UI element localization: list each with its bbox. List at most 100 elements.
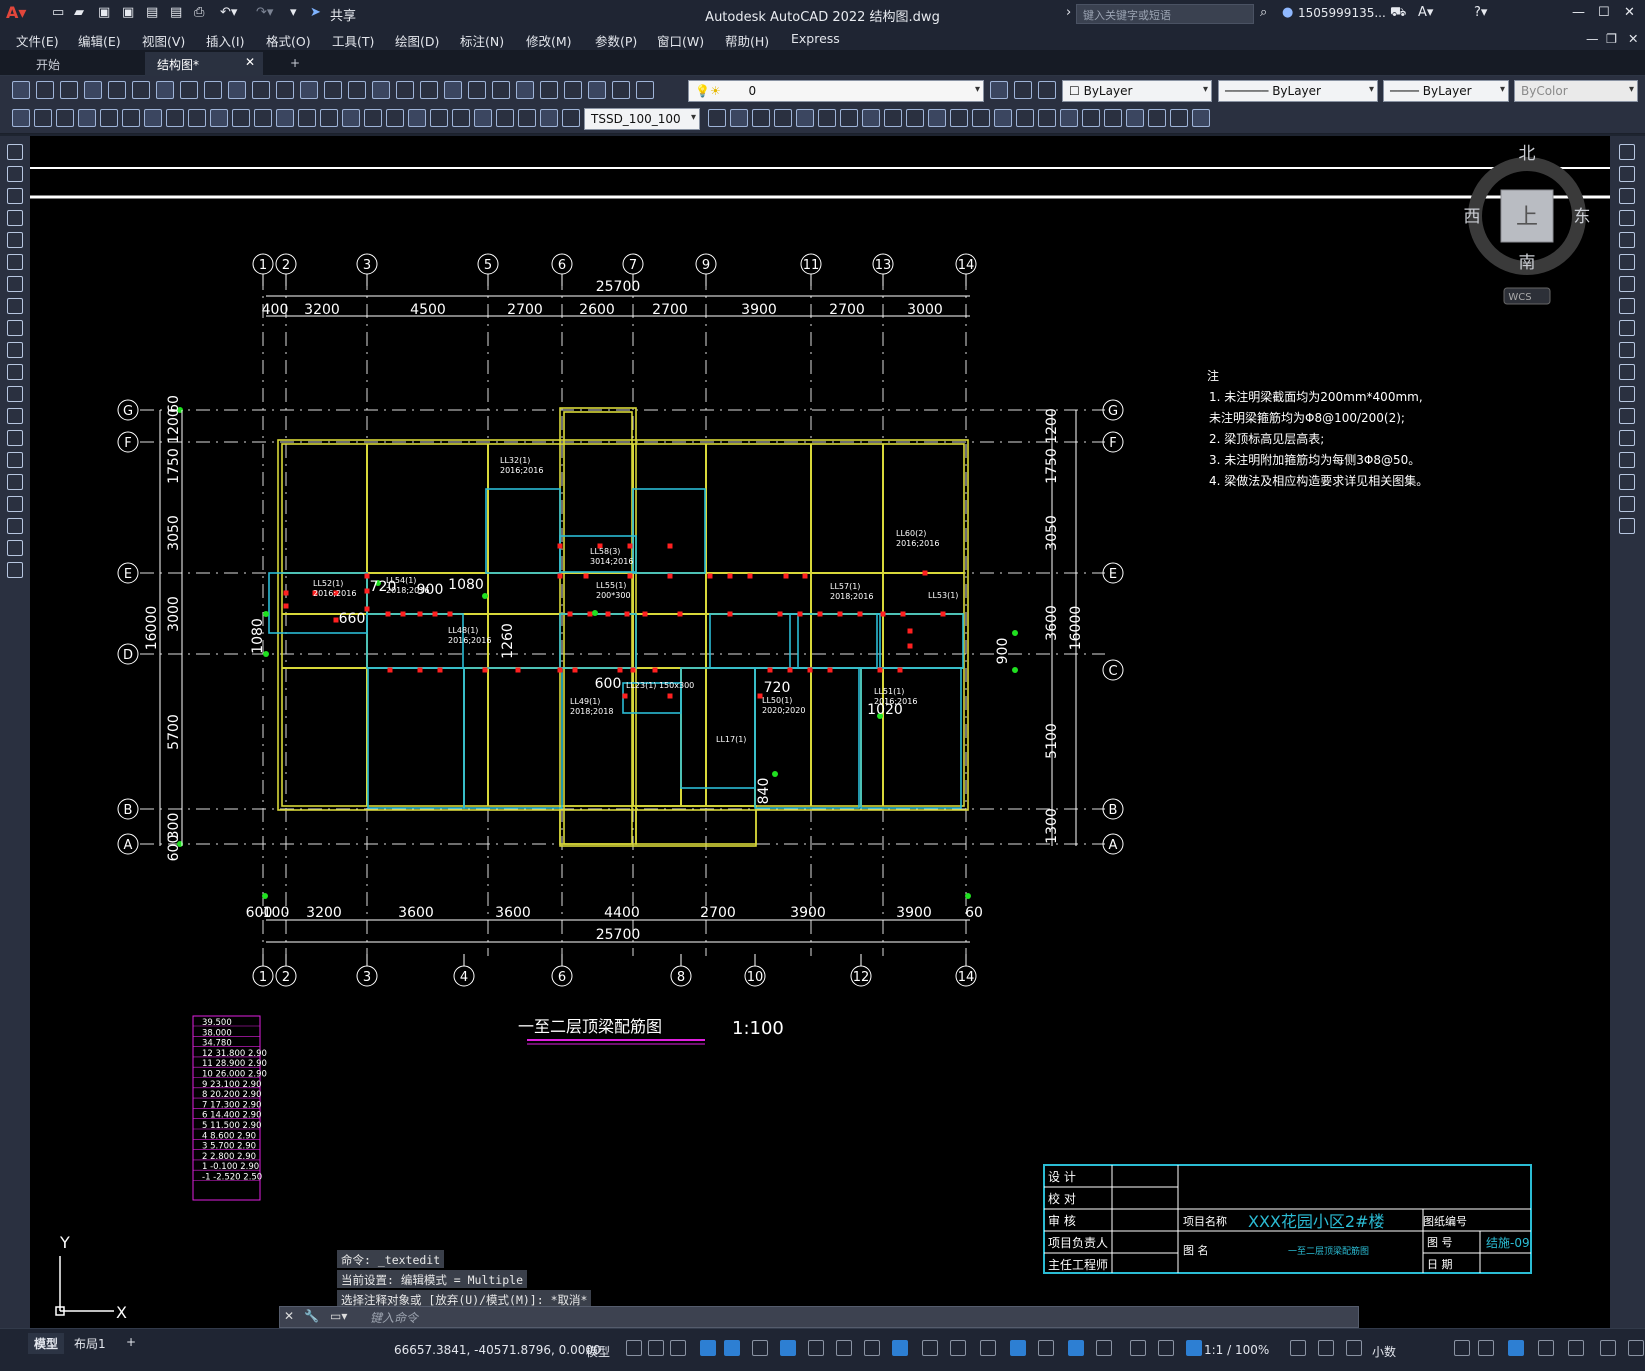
dimension-tool-icon[interactable] xyxy=(452,109,470,127)
status-toggle-icon[interactable] xyxy=(648,1340,664,1356)
status-toggle-icon[interactable] xyxy=(1038,1340,1054,1356)
dimension-tool-icon[interactable] xyxy=(972,109,990,127)
menu-dimension[interactable]: 标注(N) xyxy=(460,31,504,50)
toolbar-tool-icon[interactable] xyxy=(444,81,462,99)
dimension-tool-icon[interactable] xyxy=(906,109,924,127)
user-icon[interactable]: ● xyxy=(1282,5,1293,20)
status-toggle-icon[interactable] xyxy=(1096,1340,1112,1356)
dimension-tool-icon[interactable] xyxy=(994,109,1012,127)
status-toggle-icon[interactable] xyxy=(670,1340,686,1356)
command-input[interactable]: 键入命令 xyxy=(370,1309,418,1326)
toolbar-tool-icon[interactable] xyxy=(1014,81,1032,99)
status-toggle-icon[interactable] xyxy=(1508,1340,1524,1356)
save-icon[interactable]: ▣ xyxy=(98,5,110,20)
new-tab-button[interactable]: + xyxy=(278,52,312,76)
help-icon[interactable]: ?▾ xyxy=(1474,5,1487,20)
command-customize-icon[interactable]: 🔧 xyxy=(304,1309,319,1323)
dimension-tool-icon[interactable] xyxy=(1038,109,1056,127)
command-recent-icon[interactable]: ▭▾ xyxy=(330,1309,347,1323)
color-dropdown[interactable]: ☐ ByLayer ▾ xyxy=(1062,80,1212,102)
dimension-tool-icon[interactable] xyxy=(730,109,748,127)
draw-tool-icon[interactable] xyxy=(7,254,23,270)
toolbar-tool-icon[interactable] xyxy=(990,81,1008,99)
dimension-tool-icon[interactable] xyxy=(408,109,426,127)
search-icon[interactable]: ⌕ xyxy=(1260,5,1267,20)
draw-tool-icon[interactable] xyxy=(7,452,23,468)
dimension-tool-icon[interactable] xyxy=(752,109,770,127)
toolbar-tool-icon[interactable] xyxy=(516,81,534,99)
modify-tool-icon[interactable] xyxy=(1619,496,1635,512)
plotstyle-dropdown[interactable]: ByColor ▾ xyxy=(1514,80,1638,102)
dimension-tool-icon[interactable] xyxy=(56,109,74,127)
status-toggle-icon[interactable] xyxy=(1478,1340,1494,1356)
menu-edit[interactable]: 编辑(E) xyxy=(78,31,121,50)
dimension-tool-icon[interactable] xyxy=(1148,109,1166,127)
units-dropdown[interactable]: 小数 xyxy=(1372,1343,1396,1360)
maximize-icon[interactable]: ☐ xyxy=(1598,5,1610,20)
draw-tool-icon[interactable] xyxy=(7,210,23,226)
menu-format[interactable]: 格式(O) xyxy=(266,31,311,50)
dimension-tool-icon[interactable] xyxy=(342,109,360,127)
toolbar-tool-icon[interactable] xyxy=(300,81,318,99)
modify-tool-icon[interactable] xyxy=(1619,144,1635,160)
status-toggle-icon[interactable] xyxy=(1290,1340,1306,1356)
dimension-tool-icon[interactable] xyxy=(12,109,30,127)
draw-tool-icon[interactable] xyxy=(7,364,23,380)
toolbar-tool-icon[interactable] xyxy=(564,81,582,99)
dimension-tool-icon[interactable] xyxy=(1060,109,1078,127)
status-toggle-icon[interactable] xyxy=(1568,1340,1584,1356)
customize-quick-access-icon[interactable]: ▾ xyxy=(290,5,297,20)
modify-tool-icon[interactable] xyxy=(1619,320,1635,336)
dimension-tool-icon[interactable] xyxy=(1192,109,1210,127)
user-name[interactable]: 1505999135... xyxy=(1298,6,1386,20)
dimension-tool-icon[interactable] xyxy=(540,109,558,127)
dimension-tool-icon[interactable] xyxy=(1016,109,1034,127)
modify-tool-icon[interactable] xyxy=(1619,254,1635,270)
search-expand-icon[interactable]: › xyxy=(1066,5,1071,20)
doc-minimize-icon[interactable]: — xyxy=(1586,31,1599,46)
menu-window[interactable]: 窗口(W) xyxy=(657,31,704,50)
new-file-icon[interactable]: ▭ xyxy=(52,5,64,20)
modify-tool-icon[interactable] xyxy=(1619,298,1635,314)
toolbar-tool-icon[interactable] xyxy=(636,81,654,99)
status-toggle-icon[interactable] xyxy=(1186,1340,1202,1356)
dimension-tool-icon[interactable] xyxy=(232,109,250,127)
autocad-logo-icon[interactable]: A▾ xyxy=(6,3,26,22)
dimension-tool-icon[interactable] xyxy=(122,109,140,127)
dimension-tool-icon[interactable] xyxy=(862,109,880,127)
coordinate-readout[interactable]: 66657.3841, -40571.8796, 0.0000 xyxy=(394,1343,601,1357)
dimension-tool-icon[interactable] xyxy=(950,109,968,127)
doc-close-icon[interactable]: ✕ xyxy=(1628,31,1638,46)
draw-tool-icon[interactable] xyxy=(7,474,23,490)
tab-start[interactable]: 开始 xyxy=(24,52,72,76)
toolbar-tool-icon[interactable] xyxy=(396,81,414,99)
linetype-dropdown[interactable]: ────── ByLayer ▾ xyxy=(1218,80,1378,102)
toolbar-tool-icon[interactable] xyxy=(492,81,510,99)
modify-tool-icon[interactable] xyxy=(1619,408,1635,424)
status-toggle-icon[interactable] xyxy=(1010,1340,1026,1356)
menu-insert[interactable]: 插入(I) xyxy=(206,31,244,50)
modify-tool-icon[interactable] xyxy=(1619,364,1635,380)
draw-tool-icon[interactable] xyxy=(7,540,23,556)
dimension-tool-icon[interactable] xyxy=(78,109,96,127)
status-toggle-icon[interactable] xyxy=(626,1340,642,1356)
draw-tool-icon[interactable] xyxy=(7,298,23,314)
dimension-tool-icon[interactable] xyxy=(276,109,294,127)
menu-parametric[interactable]: 参数(P) xyxy=(595,31,637,50)
toolbar-tool-icon[interactable] xyxy=(540,81,558,99)
dimension-tool-icon[interactable] xyxy=(474,109,492,127)
plot-icon[interactable]: ⎙ xyxy=(194,5,204,20)
dimension-tool-icon[interactable] xyxy=(1170,109,1188,127)
autodesk-a360-icon[interactable]: A▾ xyxy=(1418,5,1433,20)
layer-dropdown[interactable]: 💡☀ 0 ▾ xyxy=(688,80,984,102)
draw-tool-icon[interactable] xyxy=(7,276,23,292)
dimension-tool-icon[interactable] xyxy=(884,109,902,127)
dimension-tool-icon[interactable] xyxy=(518,109,536,127)
dimension-tool-icon[interactable] xyxy=(100,109,118,127)
draw-tool-icon[interactable] xyxy=(7,408,23,424)
status-toggle-icon[interactable] xyxy=(922,1340,938,1356)
draw-tool-icon[interactable] xyxy=(7,166,23,182)
draw-tool-icon[interactable] xyxy=(7,496,23,512)
web-open-icon[interactable]: ▤ xyxy=(146,5,158,20)
status-toggle-icon[interactable] xyxy=(808,1340,824,1356)
